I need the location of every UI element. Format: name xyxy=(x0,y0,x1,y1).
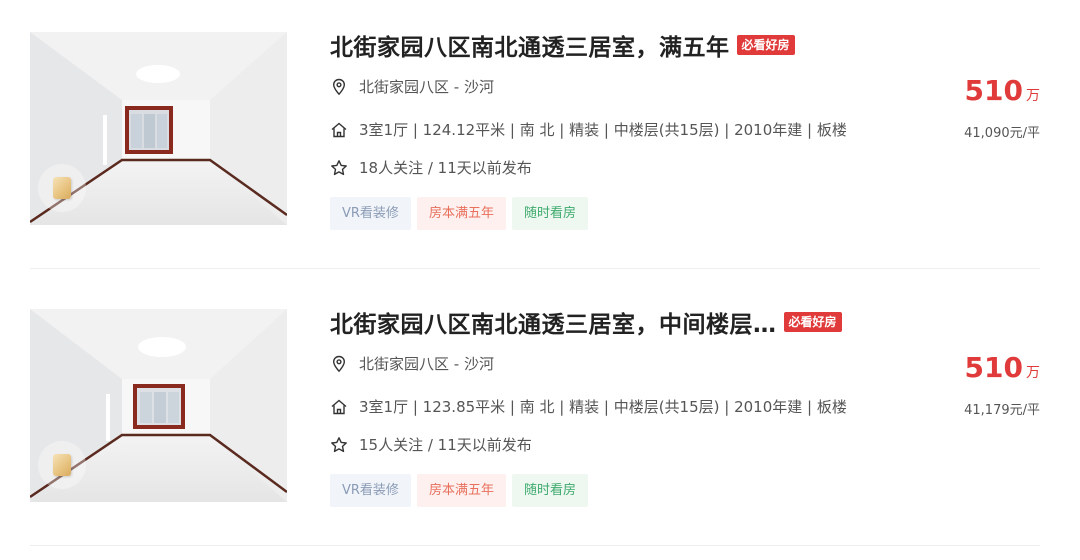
location-pin-icon xyxy=(330,355,348,373)
address-separator: - xyxy=(449,77,464,96)
tag-five-years: 房本满五年 xyxy=(416,197,506,230)
star-icon xyxy=(330,159,348,177)
district-link[interactable]: 沙河 xyxy=(464,76,494,97)
total-price-unit: 万 xyxy=(1026,88,1040,104)
listing-photo[interactable] xyxy=(30,32,287,225)
tag-vr: VR看装修 xyxy=(330,197,411,230)
house-icon xyxy=(330,121,348,139)
tag-anytime-viewing: 随时看房 xyxy=(511,197,588,230)
house-info-row: 3室1厅 | 124.12平米 | 南 北 | 精装 | 中楼层(共15层) |… xyxy=(330,119,847,140)
total-price-unit: 万 xyxy=(1026,365,1040,381)
total-price: 510 万 xyxy=(965,74,1040,107)
tag-vr: VR看装修 xyxy=(330,474,411,507)
follow-info-text: 18人关注 / 11天以前发布 xyxy=(359,159,532,177)
community-link[interactable]: 北街家园八区 xyxy=(359,76,449,97)
listing-info: 北街家园八区南北通透三居室，满五年 必看好房 北街家园八区 - 沙河 3室1厅 … xyxy=(330,32,940,230)
unit-price: 41,090元/平 xyxy=(964,126,1040,141)
listing-photo[interactable] xyxy=(30,309,287,502)
star-icon xyxy=(330,436,348,454)
house-info-text: 3室1厅 | 124.12平米 | 南 北 | 精装 | 中楼层(共15层) |… xyxy=(359,121,847,139)
follow-row: 15人关注 / 11天以前发布 xyxy=(330,434,532,455)
follow-row: 18人关注 / 11天以前发布 xyxy=(330,157,532,178)
address-row: 北街家园八区 - 沙河 xyxy=(330,76,494,97)
must-see-badge: 必看好房 xyxy=(736,35,795,55)
listing-card: 北街家园八区南北通透三居室，中间楼层… 必看好房 北街家园八区 - 沙河 3室1… xyxy=(30,309,1040,545)
house-info-text: 3室1厅 | 123.85平米 | 南 北 | 精装 | 中楼层(共15层) |… xyxy=(359,398,847,416)
unit-price: 41,179元/平 xyxy=(964,403,1040,418)
listing-title[interactable]: 北街家园八区南北通透三居室，中间楼层… xyxy=(330,305,777,339)
tag-anytime-viewing: 随时看房 xyxy=(511,474,588,507)
listing-divider xyxy=(30,545,1040,546)
listing-title[interactable]: 北街家园八区南北通透三居室，满五年 xyxy=(330,28,730,62)
tag-five-years: 房本满五年 xyxy=(416,474,506,507)
house-info-row: 3室1厅 | 123.85平米 | 南 北 | 精装 | 中楼层(共15层) |… xyxy=(330,396,847,417)
follow-info-text: 15人关注 / 11天以前发布 xyxy=(359,436,532,454)
total-price: 510 万 xyxy=(965,351,1040,384)
district-link[interactable]: 沙河 xyxy=(464,353,494,374)
tag-list: VR看装修 房本满五年 随时看房 xyxy=(330,197,588,230)
address-separator: - xyxy=(449,354,464,373)
community-link[interactable]: 北街家园八区 xyxy=(359,353,449,374)
must-see-badge: 必看好房 xyxy=(783,312,842,332)
address-row: 北街家园八区 - 沙河 xyxy=(330,353,494,374)
vr-cube-icon[interactable] xyxy=(38,164,86,212)
location-pin-icon xyxy=(330,78,348,96)
listing-divider xyxy=(30,268,1040,269)
listing-card: 北街家园八区南北通透三居室，满五年 必看好房 北街家园八区 - 沙河 3室1厅 … xyxy=(30,32,1040,268)
vr-cube-icon[interactable] xyxy=(38,441,86,489)
house-icon xyxy=(330,398,348,416)
listing-page: 北街家园八区南北通透三居室，满五年 必看好房 北街家园八区 - 沙河 3室1厅 … xyxy=(0,0,1080,560)
total-price-value: 510 xyxy=(964,351,1023,384)
listing-info: 北街家园八区南北通透三居室，中间楼层… 必看好房 北街家园八区 - 沙河 3室1… xyxy=(330,309,940,507)
total-price-value: 510 xyxy=(964,74,1023,107)
tag-list: VR看装修 房本满五年 随时看房 xyxy=(330,474,588,507)
